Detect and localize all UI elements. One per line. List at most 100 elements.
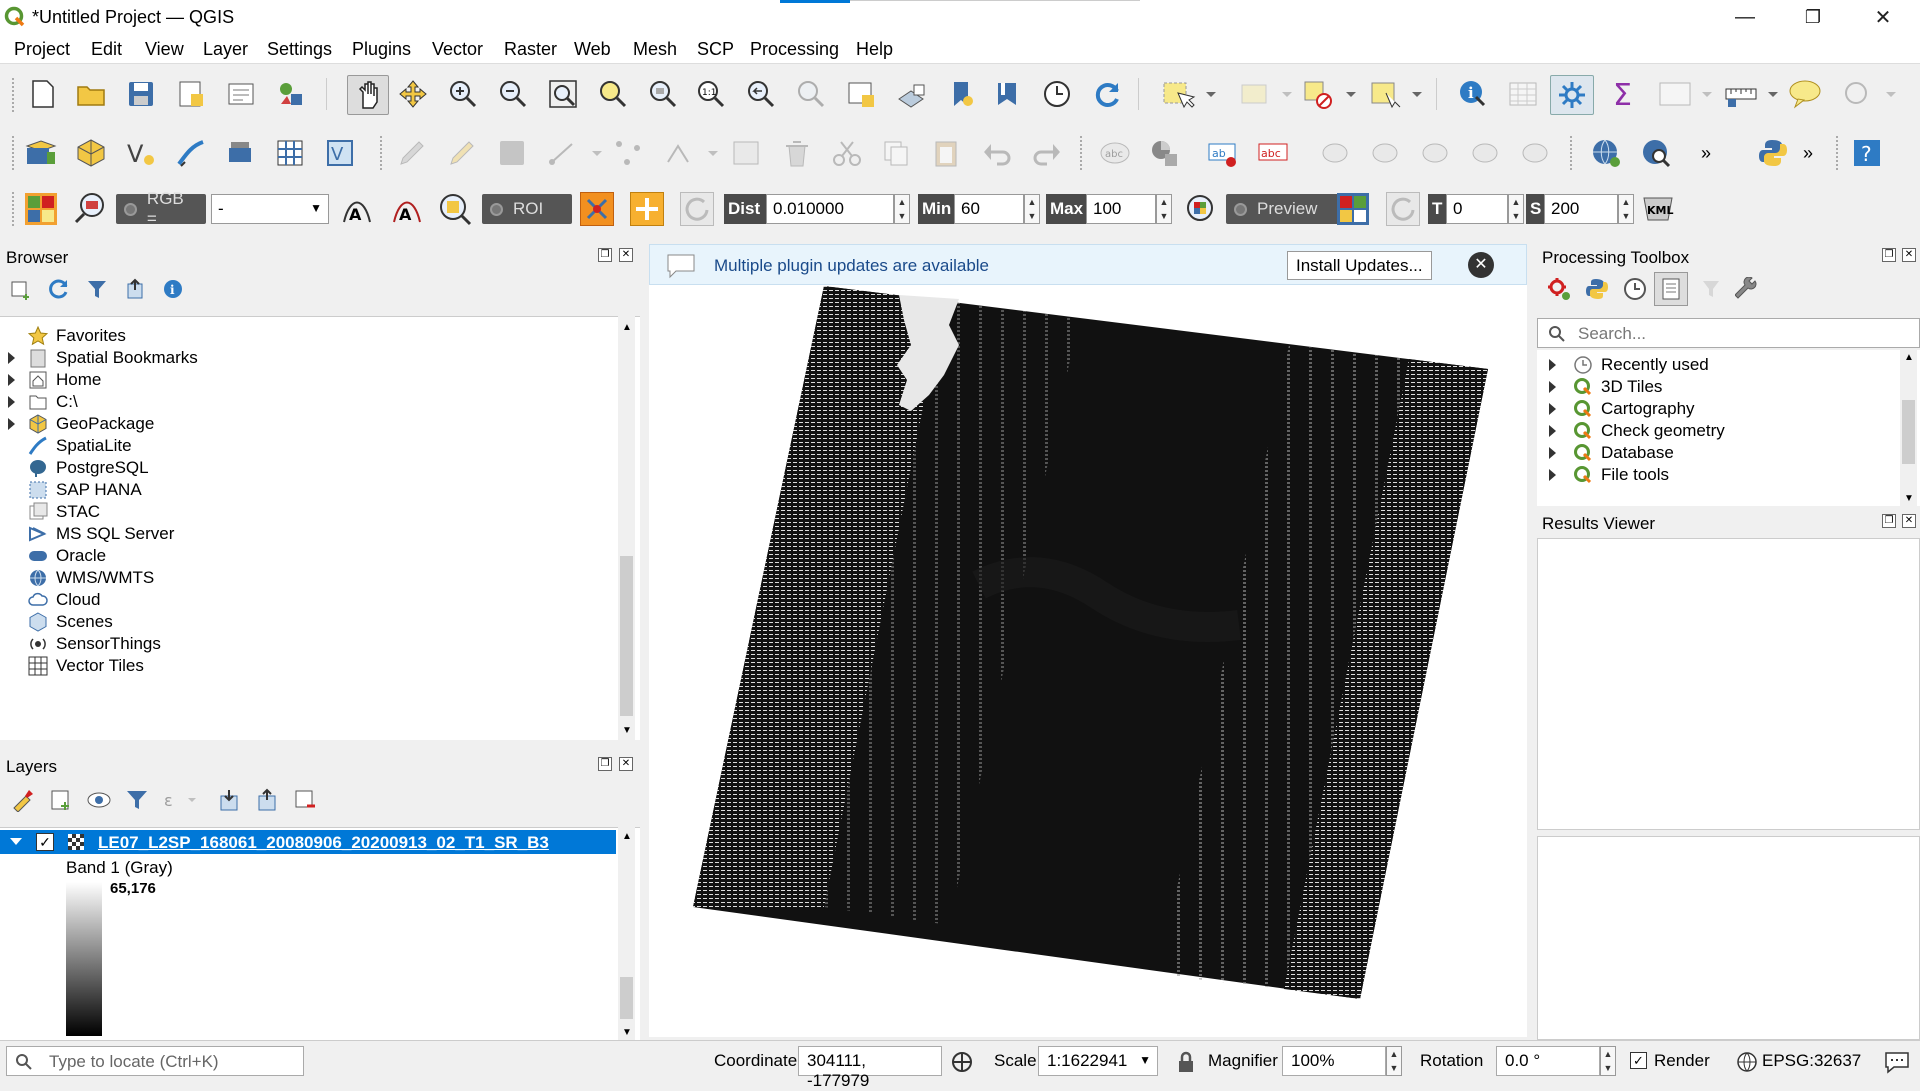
max-input[interactable]: 100	[1086, 194, 1156, 224]
zoom-to-layer-icon[interactable]	[646, 77, 680, 111]
current-edits-icon[interactable]	[396, 136, 430, 170]
expand-arrow-icon[interactable]	[1549, 469, 1556, 481]
help-icon[interactable]: ?	[1850, 136, 1884, 170]
coordinate-input[interactable]: 304111, -177979	[798, 1046, 942, 1090]
toggle-editing-icon[interactable]	[446, 136, 480, 170]
min-input[interactable]: 60	[954, 194, 1024, 224]
undo-icon[interactable]	[980, 136, 1014, 170]
toolbar-grip[interactable]	[12, 192, 16, 226]
expand-arrow-icon[interactable]	[8, 374, 15, 386]
render-checkbox[interactable]: ✓	[1630, 1052, 1647, 1069]
toolbar-grip[interactable]	[12, 78, 16, 112]
toolbar-grip[interactable]	[1836, 136, 1840, 170]
processing-item-recently-used[interactable]: Recently used	[1573, 354, 1709, 376]
menu-mesh[interactable]: Mesh	[633, 39, 677, 60]
diagram-options-icon[interactable]	[1148, 136, 1182, 170]
roi-toggle-button[interactable]: ROI	[482, 194, 572, 224]
refresh-browser-icon[interactable]	[44, 274, 74, 304]
browser-item-ms-sql-server[interactable]: MS SQL Server	[28, 523, 174, 545]
scp-redo-roi-icon[interactable]	[680, 192, 714, 226]
paste-features-icon[interactable]	[930, 136, 964, 170]
preview-toggle-button[interactable]: Preview	[1226, 194, 1346, 224]
new-virtual-layer-icon[interactable]	[224, 136, 258, 170]
menu-layer[interactable]: Layer	[203, 39, 248, 60]
toolbar-grip[interactable]	[1080, 136, 1084, 170]
dismiss-message-icon[interactable]: ✕	[1468, 252, 1494, 278]
cut-features-icon[interactable]	[830, 136, 864, 170]
show-bookmarks-icon[interactable]	[990, 77, 1024, 111]
processing-item-cartography[interactable]: Cartography	[1573, 398, 1695, 420]
scp-add-roi-icon[interactable]	[630, 192, 664, 226]
scp-main-icon[interactable]	[24, 192, 58, 226]
zoom-full-icon[interactable]	[546, 77, 580, 111]
properties-info-icon[interactable]: i	[158, 274, 188, 304]
scp-zoom-input-icon[interactable]	[74, 192, 108, 226]
pan-map-icon[interactable]	[347, 75, 389, 115]
menu-vector[interactable]: Vector	[432, 39, 483, 60]
vertex-tool-icon[interactable]	[612, 136, 646, 170]
new-shapefile-layer-icon[interactable]: V	[124, 136, 158, 170]
style-manager-icon[interactable]	[274, 77, 308, 111]
expand-arrow-icon[interactable]	[8, 418, 15, 430]
select-features-icon[interactable]	[1160, 77, 1220, 111]
refresh-icon[interactable]	[1090, 77, 1124, 111]
map-canvas[interactable]	[649, 285, 1527, 1037]
t-input[interactable]: 0	[1446, 194, 1508, 224]
python-console-icon[interactable]	[1756, 136, 1790, 170]
browser-item-cloud[interactable]: Cloud	[28, 589, 100, 611]
browser-item-vector-tiles[interactable]: Vector Tiles	[28, 655, 144, 677]
pin-unpin-labels-icon[interactable]	[1318, 136, 1352, 170]
edit-features-in-place-icon[interactable]	[1696, 274, 1726, 304]
results-viewer-icon[interactable]	[1654, 272, 1688, 306]
processing-item-3d-tiles[interactable]: 3D Tiles	[1573, 376, 1662, 398]
float-panel-button[interactable]: ❐	[598, 248, 612, 262]
add-selected-layers-icon[interactable]	[6, 274, 36, 304]
new-3d-map-view-icon[interactable]	[894, 77, 928, 111]
locate-icon[interactable]	[1840, 77, 1900, 111]
close-panel-button[interactable]: ✕	[1902, 248, 1916, 262]
scp-zoom-preview-icon[interactable]	[1184, 192, 1218, 226]
layers-scrollbar[interactable]: ▲ ▼	[618, 827, 635, 1040]
open-project-icon[interactable]	[74, 77, 108, 111]
magnifier-input[interactable]: 100%	[1282, 1046, 1386, 1076]
toolbar-overflow-icon[interactable]: »	[1798, 136, 1818, 170]
expand-arrow-icon[interactable]	[1549, 403, 1556, 415]
install-updates-button[interactable]: Install Updates...	[1287, 251, 1432, 280]
menu-raster[interactable]: Raster	[504, 39, 557, 60]
expand-arrow-icon[interactable]	[8, 396, 15, 408]
scp-local-cumulative-stretch-icon[interactable]: A	[340, 192, 374, 226]
menu-scp[interactable]: SCP	[697, 39, 734, 60]
new-raster-layer-icon[interactable]	[274, 136, 308, 170]
close-panel-button[interactable]: ✕	[619, 757, 633, 771]
menu-edit[interactable]: Edit	[91, 39, 122, 60]
menu-help[interactable]: Help	[856, 39, 893, 60]
rotate-label-icon[interactable]	[1468, 136, 1502, 170]
results-list[interactable]	[1537, 538, 1920, 830]
browser-item-stac[interactable]: STAC	[28, 501, 100, 523]
toggle-extents-icon[interactable]	[950, 1050, 974, 1074]
new-geopackage-layer-icon[interactable]	[74, 136, 108, 170]
scp-local-std-stretch-icon[interactable]: A	[390, 192, 424, 226]
collapse-all-icon[interactable]	[120, 274, 150, 304]
layer-visibility-checkbox[interactable]: ✓	[36, 833, 54, 851]
toolbar-grip[interactable]	[12, 136, 16, 170]
browser-item-scenes[interactable]: Scenes	[28, 611, 113, 633]
move-label-icon[interactable]	[1418, 136, 1452, 170]
change-label-icon[interactable]	[1518, 136, 1552, 170]
minimize-button[interactable]: —	[1716, 0, 1774, 34]
expand-all-icon[interactable]	[214, 785, 244, 815]
new-project-icon[interactable]	[26, 77, 60, 111]
pan-to-selection-icon[interactable]	[396, 77, 430, 111]
modify-attributes-icon[interactable]	[730, 136, 764, 170]
zoom-native-resolution-icon[interactable]: 1:1	[694, 77, 728, 111]
menu-view[interactable]: View	[145, 39, 184, 60]
new-spatial-bookmark-icon[interactable]	[944, 77, 978, 111]
zoom-to-selection-icon[interactable]	[596, 77, 630, 111]
redo-icon[interactable]	[1030, 136, 1064, 170]
browser-item-spatialite[interactable]: SpatiaLite	[28, 435, 132, 457]
processing-item-file-tools[interactable]: File tools	[1573, 464, 1669, 486]
select-by-location-icon[interactable]	[1366, 77, 1426, 111]
advanced-digitizing-icon[interactable]	[662, 136, 722, 170]
zoom-last-icon[interactable]	[744, 77, 778, 111]
browser-item-sap-hana[interactable]: SAP HANA	[28, 479, 142, 501]
